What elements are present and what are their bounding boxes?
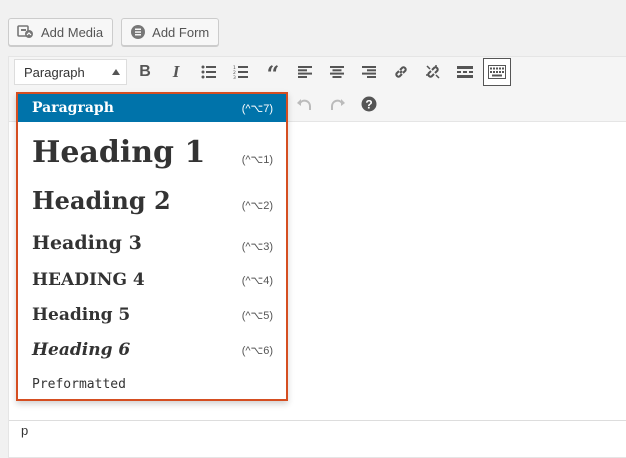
align-left-button[interactable] (291, 58, 319, 86)
blockquote-icon: “ (266, 62, 280, 88)
add-form-button[interactable]: Add Form (121, 18, 220, 46)
format-option-heading-4[interactable]: Heading 4 (^⌥4) (18, 264, 286, 296)
align-left-icon (298, 66, 312, 78)
remove-link-button[interactable] (419, 58, 447, 86)
align-right-icon (362, 66, 376, 78)
align-right-button[interactable] (355, 58, 383, 86)
format-select-value: Paragraph (24, 64, 85, 80)
format-select[interactable]: Paragraph (14, 59, 127, 85)
format-option-heading-6[interactable]: Heading 6 (^⌥6) (18, 334, 286, 366)
undo-icon (297, 99, 311, 110)
help-icon: ? (361, 96, 377, 112)
add-media-icon (17, 23, 35, 41)
format-option-shortcut: (^⌥5) (241, 309, 273, 322)
blockquote-button[interactable]: “ (259, 58, 287, 86)
bold-button[interactable]: B (131, 58, 159, 86)
format-option-shortcut: (^⌥3) (241, 240, 273, 253)
format-option-heading-5[interactable]: Heading 5 (^⌥5) (18, 299, 286, 331)
format-option-label: Heading 3 (32, 232, 142, 254)
format-option-shortcut: (^⌥6) (241, 344, 273, 357)
status-divider (9, 420, 626, 421)
toolbar-toggle-button[interactable] (483, 58, 511, 86)
insert-link-icon (395, 66, 407, 78)
add-form-label: Add Form (152, 24, 210, 40)
format-option-shortcut: (^⌥2) (241, 199, 273, 212)
format-option-label: Heading 6 (32, 340, 131, 360)
format-option-paragraph[interactable]: Paragraph (^⌥7) (18, 94, 286, 122)
svg-text:3: 3 (233, 75, 236, 79)
format-option-heading-3[interactable]: Heading 3 (^⌥3) (18, 225, 286, 261)
format-option-label: Preformatted (32, 376, 126, 392)
add-media-label: Add Media (41, 24, 104, 40)
bulleted-list-icon (201, 65, 216, 79)
format-option-label: Heading 5 (32, 305, 131, 325)
add-media-button[interactable]: Add Media (8, 18, 114, 46)
format-option-label: Paragraph (32, 100, 114, 116)
align-center-icon (330, 66, 344, 78)
format-option-label: Heading 4 (32, 270, 145, 290)
italic-icon: I (172, 62, 180, 81)
format-option-shortcut: (^⌥4) (241, 274, 273, 287)
bulleted-list-button[interactable] (195, 58, 223, 86)
read-more-button[interactable] (451, 58, 479, 86)
status-path: p (21, 423, 29, 438)
toolbar-toggle-icon (488, 65, 506, 79)
format-option-preformatted[interactable]: Preformatted (18, 370, 286, 398)
read-more-icon (457, 66, 473, 78)
format-option-heading-2[interactable]: Heading 2 (^⌥2) (18, 180, 286, 220)
add-form-icon (130, 24, 146, 40)
format-dropdown: Paragraph (^⌥7) Heading 1 (^⌥1) Heading … (16, 92, 288, 401)
svg-text:?: ? (365, 98, 372, 112)
bold-icon: B (139, 63, 151, 80)
redo-icon (331, 99, 345, 110)
undo-button[interactable] (291, 90, 319, 118)
format-option-label: Heading 1 (32, 134, 206, 170)
numbered-list-icon: 123 (233, 65, 248, 79)
format-option-heading-1[interactable]: Heading 1 (^⌥1) (18, 125, 286, 179)
format-option-shortcut: (^⌥1) (241, 153, 273, 166)
format-option-label: Heading 2 (32, 185, 171, 215)
help-button[interactable]: ? (355, 90, 383, 118)
redo-button[interactable] (323, 90, 351, 118)
chevron-up-icon (112, 69, 120, 75)
media-buttons-bar: Add Media Add Form (8, 18, 220, 46)
remove-link-icon (426, 65, 440, 79)
insert-link-button[interactable] (387, 58, 415, 86)
align-center-button[interactable] (323, 58, 351, 86)
format-option-shortcut: (^⌥7) (241, 102, 273, 115)
italic-button[interactable]: I (162, 58, 190, 86)
numbered-list-button[interactable]: 123 (227, 58, 255, 86)
